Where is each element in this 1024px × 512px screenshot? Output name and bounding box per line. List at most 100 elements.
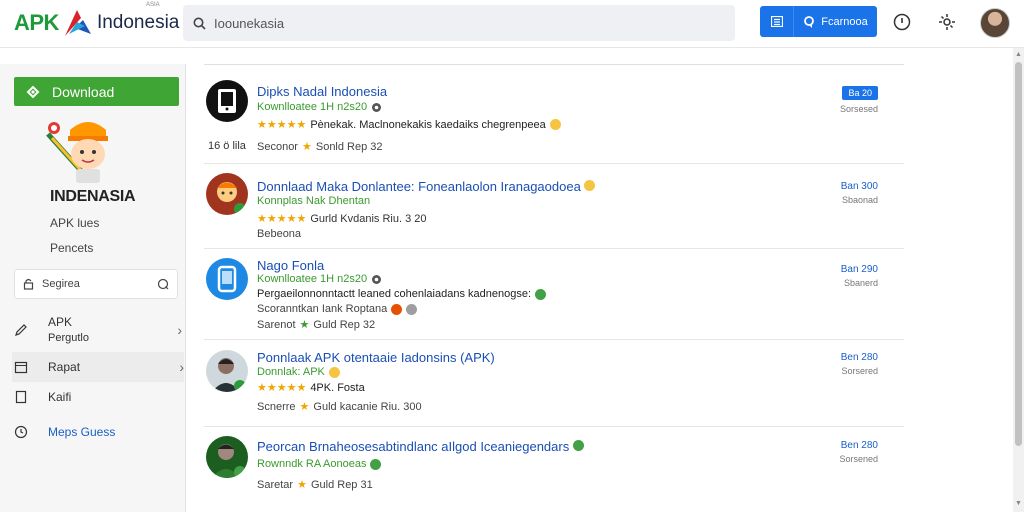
app-footer-detail: Guld kacanie Riu. 300 (313, 400, 422, 413)
app-footer-detail: Sonld Rep 32 (315, 140, 383, 153)
scrollbar-thumb[interactable] (1015, 62, 1022, 446)
rating-stars: ★★★★★ (257, 213, 307, 225)
app-stat: Sorsesed (839, 104, 878, 114)
app-footer-detail: Guld Rep 31 (310, 478, 373, 491)
app-footer: Scnerre ★ Guld kacanie Riu. 300 (257, 400, 422, 414)
app-stat: Sbaonad (841, 195, 878, 205)
scroll-down-icon[interactable]: ▼ (1015, 500, 1022, 507)
sidebar-item-apk[interactable]: APK Pergutlo › (14, 313, 182, 347)
app-downloads: Rownndk RA Aonoeas (257, 458, 367, 470)
emoji-icon (535, 288, 546, 300)
app-title[interactable]: Nago Fonla (257, 258, 324, 273)
app-downloads: Kownlloatee 1H n2s20 (257, 273, 368, 285)
list-icon (770, 16, 783, 27)
app-extra: Scoranntkan Iank Roptana (257, 303, 418, 315)
app-size: Ben 280 (840, 440, 878, 451)
app-meta: Kownlloatee 1H n2s20 (257, 101, 382, 113)
app-footer-label: Sarenot (257, 318, 296, 331)
app-title[interactable]: Donnlaad Maka Donlantee: Foneanlaolon Ir… (257, 179, 596, 194)
chevron-right-icon: › (179, 359, 184, 375)
app-badge[interactable]: Ba 20 (842, 86, 878, 100)
app-row[interactable]: Donnlaad Maka Donlantee: Foneanlaolon Ir… (204, 165, 904, 249)
app-stat: Sorsered (841, 366, 878, 376)
app-row[interactable]: Dipks Nadal Indonesia Kownlloatee 1H n2s… (204, 66, 904, 164)
app-footer: Bebeona (257, 228, 301, 240)
star-icon: ★ (297, 479, 307, 491)
app-footer: Sarenot ★ Guld Rep 32 (257, 318, 376, 332)
app-description: Pergaeilonnonntactt leaned cohenlaiadans… (257, 288, 531, 300)
search-icon (193, 17, 206, 30)
sidebar-item-apk-label: APK (48, 314, 73, 329)
lock-icon (23, 278, 34, 290)
app-row[interactable]: Peorcan Brnaheosesabtindlanc aIlgod Icea… (204, 428, 904, 512)
settings-icon (939, 14, 955, 30)
app-footer: Seconor ★ Sonld Rep 32 (257, 140, 383, 154)
logo-small-text: ASIA (146, 2, 160, 8)
user-avatar[interactable] (980, 8, 1010, 38)
list-view-button[interactable] (760, 6, 794, 37)
app-icon (206, 80, 248, 122)
brand-name: INDENASIA (50, 188, 136, 205)
logo-flag-icon (64, 10, 91, 36)
download-icon (26, 85, 40, 98)
app-description-line: ★★★★★ 4PK. Fosta (257, 381, 365, 395)
sidebar-item-kaifi[interactable]: Kaifi (14, 384, 182, 410)
app-meta: Kownlloatee 1H n2s20 (257, 273, 382, 285)
app-size: Ben 280 (840, 352, 878, 363)
search-input[interactable] (214, 15, 694, 31)
search-icon (157, 278, 169, 290)
app-row[interactable]: Ponnlaak APK otentaaie Iadonsins (APK) D… (204, 341, 904, 427)
sidebar-search-label: Segirea (42, 278, 80, 290)
rating-stars: ★★★★★ (257, 119, 307, 131)
app-stat: Sorsened (839, 454, 878, 464)
sidebar-subtitle-apk[interactable]: APK lues (50, 216, 99, 230)
sidebar-item-meps-label: Meps Guess (48, 424, 116, 439)
featured-button[interactable]: Fcarnooa (794, 6, 877, 37)
badge-icon (804, 15, 815, 28)
app-description: Pènekak. Maclnonekakis kaedaiks chegrenp… (310, 118, 546, 131)
sidebar-item-kaifi-label: Kaifi (48, 389, 72, 404)
app-footer-detail: Guld Rep 32 (313, 318, 376, 331)
chevron-right-icon: › (177, 322, 182, 338)
app-description-line: ★★★★★ Gurld Kvdanis Riu. 3 20 (257, 212, 426, 226)
clock-icon (14, 425, 28, 439)
search-bar[interactable] (183, 5, 735, 41)
app-title[interactable]: Peorcan Brnaheosesabtindlanc aIlgod Icea… (257, 439, 584, 454)
app-footer: Saretar ★ Guld Rep 31 (257, 478, 373, 492)
app-footer-label: Saretar (257, 478, 294, 491)
download-label: Download (52, 83, 115, 100)
sidebar-item-apk-sub: Pergutlo (48, 331, 89, 344)
download-button[interactable]: Download (14, 77, 179, 106)
app-icon (206, 350, 248, 392)
featured-label: Fcarnooa (821, 15, 868, 28)
settings-button[interactable] (935, 10, 959, 34)
info-icon (893, 13, 911, 31)
sidebar-subtitle-pencets[interactable]: Pencets (50, 241, 93, 255)
app-description: 4PK. Fosta (310, 381, 365, 394)
emoji-icon (391, 303, 403, 315)
sidebar-search[interactable]: Segirea (14, 269, 178, 299)
app-title[interactable]: Dipks Nadal Indonesia (257, 84, 387, 99)
sidebar-item-rapat[interactable]: Rapat › (12, 352, 184, 382)
emoji-icon (406, 303, 418, 315)
emoji-icon (328, 366, 340, 378)
app-icon (206, 258, 248, 300)
sidebar-item-meps-guess[interactable]: Meps Guess (14, 422, 182, 442)
app-footer-label: Seconor (257, 140, 298, 153)
app-size: Ban 300 (840, 181, 878, 192)
info-button[interactable] (890, 10, 914, 34)
app-title[interactable]: Ponnlaak APK otentaaie Iadonsins (APK) (257, 350, 495, 365)
star-icon: ★ (299, 401, 310, 413)
app-description-line: Pergaeilonnonntactt leaned cohenlaiadans… (257, 288, 546, 300)
sidebar-item-rapat-label: Rapat (48, 359, 81, 374)
calendar-icon (14, 361, 28, 374)
app-row[interactable]: Nago Fonla Kownlloatee 1H n2s20 Pergaeil… (204, 250, 904, 340)
app-icon (206, 173, 248, 215)
scrollbar[interactable]: ▲ ▼ (1013, 48, 1024, 512)
emoji-icon (370, 458, 382, 470)
scroll-up-icon[interactable]: ▲ (1015, 51, 1022, 58)
site-logo[interactable]: APK Indonesia (14, 6, 179, 40)
app-description-line: ★★★★★ Pènekak. Maclnonekakis kaedaiks ch… (257, 118, 561, 131)
emoji-icon (549, 119, 561, 130)
top-bar: APK Indonesia ASIA Fcarnooa (0, 0, 1024, 48)
